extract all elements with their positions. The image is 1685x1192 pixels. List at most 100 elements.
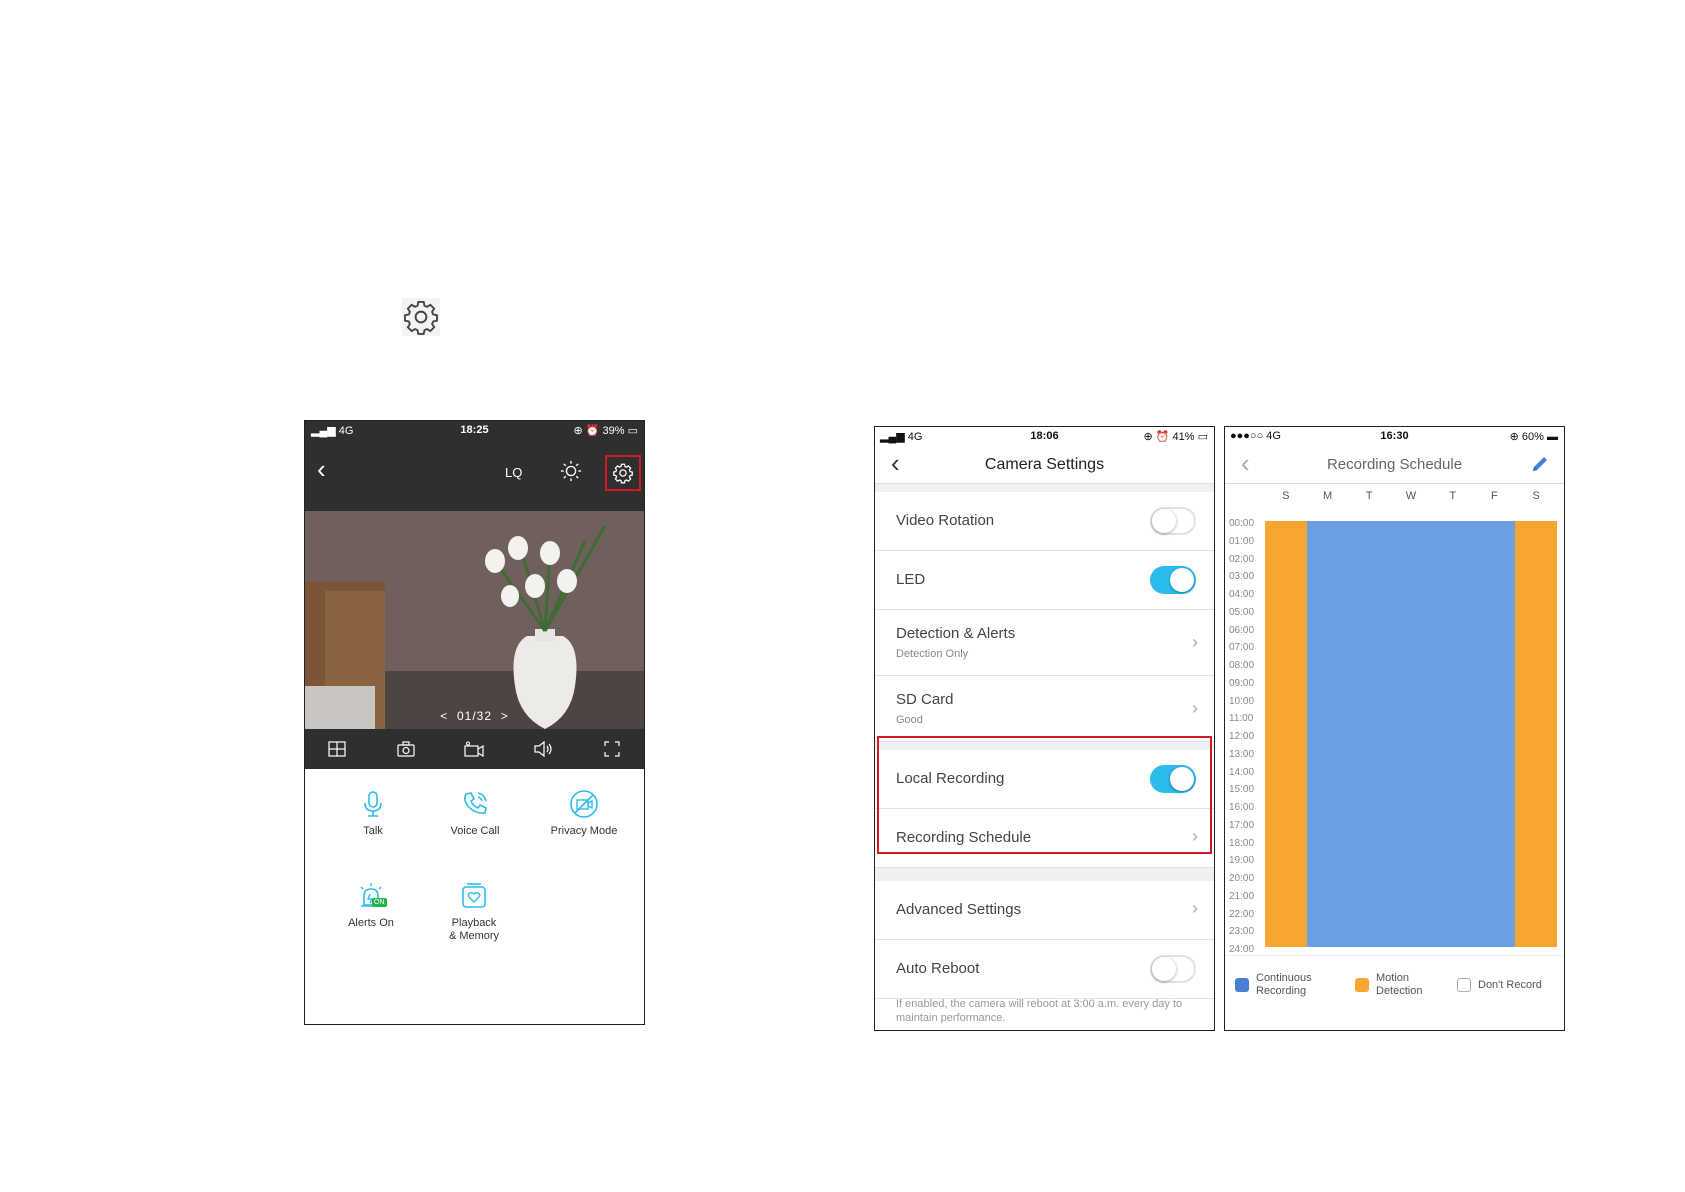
hour-label: 12:00 <box>1229 731 1255 742</box>
hour-label: 03:00 <box>1229 571 1255 583</box>
status-icons: ⊕ ⏰ <box>1143 431 1170 443</box>
playback-memory-button[interactable]: Playback & Memory <box>429 881 519 943</box>
hour-label: 08:00 <box>1229 660 1255 671</box>
hour-label: 06:00 <box>1229 624 1255 636</box>
schedule-day-column[interactable] <box>1265 521 1307 947</box>
schedule-day-column[interactable] <box>1431 521 1474 947</box>
battery-label: 39% <box>602 425 625 437</box>
schedule-day-column[interactable] <box>1348 521 1391 947</box>
weekday-label: T <box>1365 490 1373 502</box>
status-bar: ●●●○○ 4G 16:30 ⊕ 60% ▬ <box>1225 427 1564 445</box>
weekday-label: F <box>1491 490 1498 502</box>
snapshot-camera-icon[interactable] <box>396 739 416 759</box>
hour-label: 02:00 <box>1229 553 1255 565</box>
video-rotation-toggle[interactable] <box>1150 507 1196 535</box>
alarm-on-icon: ON <box>356 881 387 911</box>
hour-label: 07:00 <box>1229 642 1255 654</box>
setting-label: SD Card <box>896 691 954 708</box>
settings-button[interactable] <box>605 455 641 491</box>
weekday-label: S <box>1532 490 1540 502</box>
nav-bar: ‹ Recording Schedule <box>1225 445 1564 484</box>
status-icons: ⊕ ⏰ <box>573 425 600 437</box>
talk-button[interactable]: Talk <box>328 789 418 837</box>
grid-view-icon[interactable] <box>327 739 347 759</box>
live-view-screen: ▂▄▆ 4G 18:25 ⊕ ⏰ 39% ▭ ‹ LQ < 01/32 > Ta… <box>304 420 645 1025</box>
page-title: Recording Schedule <box>1326 456 1463 473</box>
weekday-header: SMTWTFS <box>1225 485 1564 509</box>
hour-label: 17:00 <box>1229 819 1255 831</box>
prev-clip-button[interactable]: < <box>440 709 448 723</box>
phone-call-icon <box>460 789 490 819</box>
battery-label: 60% <box>1521 431 1544 443</box>
setting-row-advanced-settings[interactable]: Advanced Settings › <box>875 881 1214 940</box>
brightness-icon[interactable] <box>560 460 582 487</box>
fullscreen-icon[interactable] <box>602 739 622 759</box>
dont-record-swatch <box>1457 978 1471 992</box>
motion-legend-label: Motion Detection <box>1376 972 1423 997</box>
camera-settings-screen: ▂▄▆ 4G 18:06 ⊕ ⏰ 41% ▭ ‹ Camera Settings… <box>874 426 1215 1031</box>
hour-label: 19:00 <box>1229 855 1255 867</box>
status-bar: ▂▄▆ 4G 18:25 ⊕ ⏰ 39% ▭ <box>305 421 644 441</box>
hour-axis: 00:00 01:00 02:00 03:00 04:00 05:00 06:00 07:00… <box>1229 515 1263 959</box>
back-chevron-icon[interactable]: ‹ <box>317 455 326 483</box>
hour-label: 01:00 <box>1229 535 1255 547</box>
quality-toggle-button[interactable]: LQ <box>505 465 522 480</box>
hour-label: 00:00 <box>1229 518 1255 529</box>
section-divider <box>875 484 1214 492</box>
hour-label: 11:00 <box>1229 713 1254 725</box>
playback-memory-icon <box>459 881 489 911</box>
dont-record-legend-label: Don't Record <box>1478 979 1542 991</box>
motion-swatch <box>1355 978 1369 992</box>
talk-label: Talk <box>363 825 383 837</box>
setting-row-video-rotation[interactable]: Video Rotation <box>875 492 1214 551</box>
weekday-label: S <box>1282 490 1290 502</box>
alerts-on-label: Alerts On <box>348 917 394 929</box>
hour-label: 14:00 <box>1229 766 1255 778</box>
continuous-legend-label: Continuous Recording <box>1256 972 1312 997</box>
privacy-mode-button[interactable]: Privacy Mode <box>539 789 629 837</box>
setting-label: Advanced Settings <box>896 901 1022 918</box>
hour-label: 16:00 <box>1229 802 1255 813</box>
led-toggle[interactable] <box>1150 566 1196 594</box>
camera-video-feed[interactable]: < 01/32 > <box>305 511 644 729</box>
privacy-camera-off-icon <box>569 789 599 819</box>
setting-sublabel: Detection Only <box>896 648 969 660</box>
microphone-icon <box>358 789 388 819</box>
edit-pencil-icon[interactable] <box>1530 454 1550 479</box>
record-video-icon[interactable] <box>464 739 484 759</box>
schedule-grid[interactable] <box>1265 521 1557 947</box>
setting-row-led[interactable]: LED <box>875 551 1214 610</box>
status-bar: ▂▄▆ 4G 18:06 ⊕ ⏰ 41% ▭ <box>875 427 1214 445</box>
setting-row-detection-alerts[interactable]: Detection & Alerts Detection Only › <box>875 610 1214 676</box>
setting-label: LED <box>896 571 926 588</box>
on-badge: ON <box>372 898 387 907</box>
video-controls-bar <box>305 729 644 769</box>
hour-label: 15:00 <box>1229 784 1255 796</box>
voice-call-button[interactable]: Voice Call <box>430 789 520 837</box>
weekday-label: M <box>1322 490 1333 502</box>
video-page-indicator: < 01/32 > <box>305 709 644 723</box>
setting-row-auto-reboot[interactable]: Auto Reboot <box>875 940 1214 999</box>
live-view-toolbar: ‹ LQ <box>305 441 644 511</box>
next-clip-button[interactable]: > <box>501 709 509 723</box>
privacy-mode-label: Privacy Mode <box>550 825 618 837</box>
battery-label: 41% <box>1172 431 1195 443</box>
hour-label: 09:00 <box>1229 677 1255 689</box>
section-divider <box>875 868 1214 881</box>
auto-reboot-toggle[interactable] <box>1150 955 1196 983</box>
page-title: Camera Settings <box>984 456 1105 473</box>
weekday-label: T <box>1449 490 1457 502</box>
speaker-volume-icon[interactable] <box>533 739 553 759</box>
voice-call-label: Voice Call <box>450 825 500 837</box>
schedule-day-column[interactable] <box>1473 521 1516 947</box>
hour-label: 23:00 <box>1229 926 1255 938</box>
clip-counter: 01/32 <box>456 709 493 723</box>
alerts-on-button[interactable]: ON Alerts On <box>326 881 416 929</box>
gear-icon <box>613 463 633 484</box>
setting-row-sd-card[interactable]: SD Card Good › <box>875 676 1214 742</box>
hour-label: 13:00 <box>1229 748 1255 760</box>
schedule-day-column[interactable] <box>1390 521 1432 947</box>
schedule-day-column[interactable] <box>1306 521 1349 947</box>
weekday-label: W <box>1405 490 1417 502</box>
schedule-day-column[interactable] <box>1515 521 1557 947</box>
